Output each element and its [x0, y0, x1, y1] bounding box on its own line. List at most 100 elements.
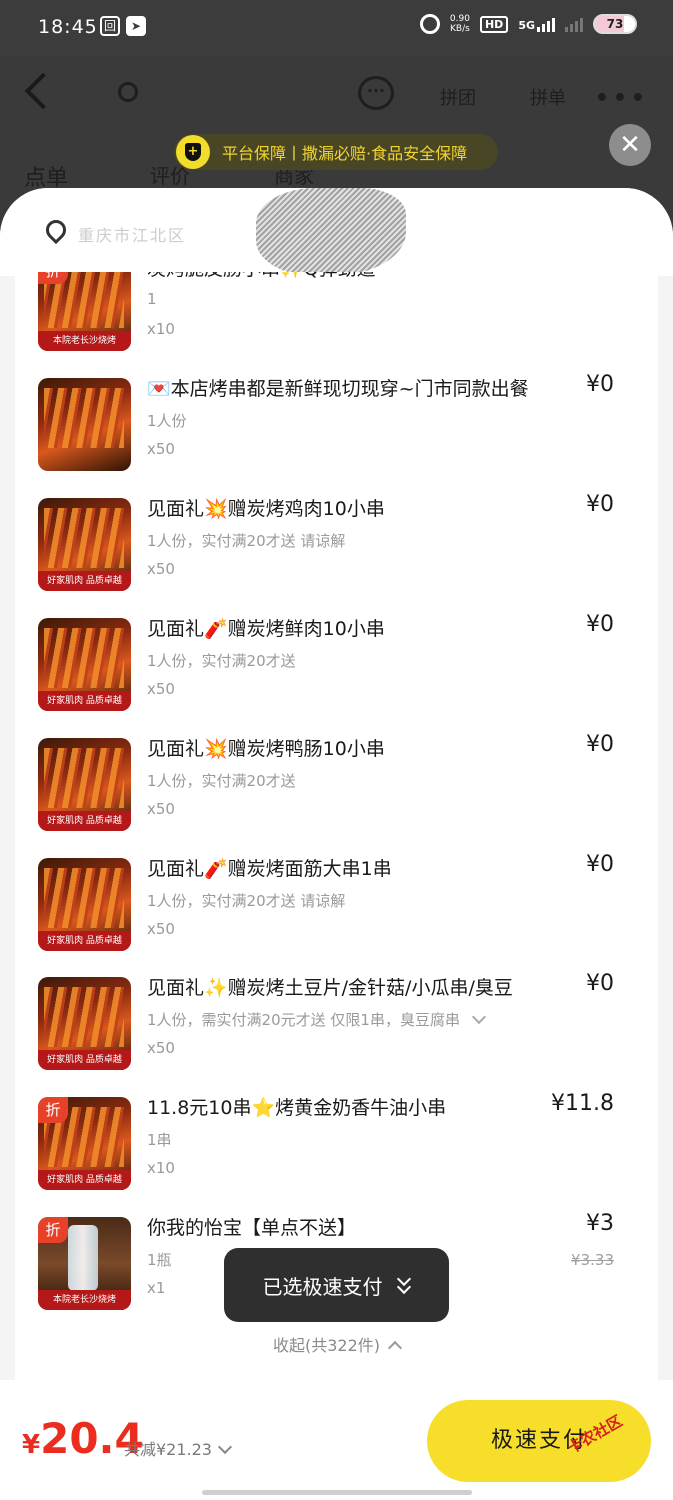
network-speed: 0.90 KB/s [449, 14, 470, 34]
item-quantity: x50 [147, 440, 175, 458]
savings-summary[interactable]: 共减¥21.23 [124, 1436, 233, 1460]
back-arrow-icon[interactable] [24, 72, 62, 110]
list-item[interactable]: 好家肌肉 品质卓越 见面礼🧨赠炭烤鲜肉10小串 1人份，实付满20才送 x50 ¥0 [15, 612, 658, 731]
chevron-up-icon [387, 1340, 403, 1356]
more-icon[interactable]: ••• [595, 86, 649, 111]
telegram-icon: ➤ [126, 16, 146, 36]
item-title: 💌本店烤串都是新鲜现切现穿~门市同款出餐 [147, 378, 529, 400]
item-thumbnail: 折好家肌肉 品质卓越 [38, 1097, 131, 1190]
item-spec: 1人份 [147, 412, 187, 430]
thumbnail-banner: 好家肌肉 品质卓越 [38, 1050, 131, 1070]
food-image [68, 1225, 98, 1291]
thumbnail-banner: 好家肌肉 品质卓越 [38, 931, 131, 951]
item-thumbnail: 好家肌肉 品质卓越 [38, 618, 131, 711]
item-spec: 1人份，实付满20才送 [147, 652, 296, 670]
item-thumbnail: 折本院老长沙烧烤 [38, 1217, 131, 1310]
item-spec: 1人份，实付满20才送 [147, 772, 296, 790]
shield-icon: + [176, 135, 210, 169]
address-row[interactable]: 重庆市江北区 [0, 188, 673, 276]
item-thumbnail: 好家肌肉 品质卓越 [38, 858, 131, 951]
double-chevron-down-icon [396, 1271, 411, 1295]
item-spec: 1人份，需实付满20元才送 仅限1串，臭豆腐串 [147, 1009, 547, 1030]
item-thumbnail: 好家肌肉 品质卓越 [38, 738, 131, 831]
collapse-toggle[interactable]: 收起(共322件) [15, 1332, 658, 1356]
item-quantity: x50 [147, 560, 175, 578]
item-quantity: x10 [147, 1159, 175, 1177]
address-redaction [256, 188, 406, 276]
list-item[interactable]: 好家肌肉 品质卓越 见面礼💥赠炭烤鸭肠10小串 1人份，实付满20才送 x50 ¥0 [15, 732, 658, 851]
hd-icon: HD [479, 15, 509, 33]
list-item[interactable]: 好家肌肉 品质卓越 见面礼🧨赠炭烤面筋大串1串 1人份，实付满20才送 请谅解 x50… [15, 852, 658, 971]
item-price: ¥3 [586, 1211, 614, 1236]
guarantee-text: 平台保障丨撒漏必赔·食品安全保障 [222, 144, 468, 163]
item-price: ¥17.6 [551, 272, 614, 277]
item-title: 见面礼✨赠炭烤土豆片/金针菇/小瓜串/臭豆 [147, 977, 513, 999]
thumbnail-banner: 好家肌肉 品质卓越 [38, 811, 131, 831]
app-notification-icon: 回 [100, 16, 120, 36]
item-title: 见面礼💥赠炭烤鸡肉10小串 [147, 498, 385, 520]
order-item-list: 折本院老长沙烧烤炭烤脆皮肠小串✨Q弹劲道1x10¥17.6💌本店烤串都是新鲜现切… [15, 272, 658, 1382]
close-button[interactable]: ✕ [609, 124, 651, 166]
signal-2-icon [565, 16, 583, 32]
thumbnail-banner: 好家肌肉 品质卓越 [38, 571, 131, 591]
item-thumbnail: 折本院老长沙烧烤 [38, 272, 131, 351]
list-item[interactable]: 折本院老长沙烧烤 炭烤脆皮肠小串✨Q弹劲道 1 x10 ¥17.6 [15, 272, 658, 371]
thumbnail-banner: 好家肌肉 品质卓越 [38, 691, 131, 711]
status-bar: 18:45 回 ➤ 0.90 KB/s HD 5G 73 [0, 0, 673, 56]
nav-label-1[interactable]: 拼团 [440, 84, 476, 110]
item-price: ¥0 [586, 372, 614, 397]
item-thumbnail [38, 378, 131, 471]
food-image [44, 868, 124, 928]
thumbnail-banner: 本院老长沙烧烤 [38, 331, 131, 351]
item-price: ¥11.8 [551, 1091, 614, 1116]
discount-badge: 折 [38, 1097, 68, 1123]
item-quantity: x50 [147, 680, 175, 698]
chevron-down-icon [217, 1439, 233, 1455]
item-title: 见面礼🧨赠炭烤面筋大串1串 [147, 858, 392, 880]
alarm-icon [419, 14, 440, 34]
discount-badge: 折 [38, 272, 68, 284]
item-quantity: x1 [147, 1279, 166, 1297]
item-quantity: x50 [147, 920, 175, 938]
item-thumbnail: 好家肌肉 品质卓越 [38, 498, 131, 591]
item-quantity: x50 [147, 800, 175, 818]
list-item[interactable]: 💌本店烤串都是新鲜现切现穿~门市同款出餐 1人份 x50 ¥0 [15, 372, 658, 491]
list-item[interactable]: 折好家肌肉 品质卓越 11.8元10串⭐烤黄金奶香牛油小串 1串 x10 ¥11.8 [15, 1091, 658, 1210]
location-pin-icon [41, 215, 71, 245]
address-text: 重庆市江北区 [78, 226, 187, 245]
home-indicator[interactable] [202, 1490, 472, 1495]
search-icon[interactable] [118, 82, 138, 102]
food-image [44, 628, 124, 688]
item-original-price: ¥3.33 [571, 1251, 614, 1269]
item-thumbnail: 好家肌肉 品质卓越 [38, 977, 131, 1070]
discount-badge: 折 [38, 1217, 68, 1243]
item-quantity: x10 [147, 320, 175, 338]
item-price: ¥0 [586, 971, 614, 996]
signal-5g-icon: 5G [518, 16, 555, 32]
item-price: ¥0 [586, 612, 614, 637]
list-item[interactable]: 好家肌肉 品质卓越 见面礼✨赠炭烤土豆片/金针菇/小瓜串/臭豆 1人份，需实付满20… [15, 971, 658, 1090]
nav-label-2[interactable]: 拼单 [530, 84, 566, 110]
battery-icon: 73 [593, 14, 637, 34]
item-quantity: x50 [147, 1039, 175, 1057]
toast-text: 已选极速支付 [262, 1274, 383, 1299]
item-spec: 1人份，实付满20才送 请谅解 [147, 892, 346, 910]
payment-toast[interactable]: 已选极速支付 [224, 1248, 449, 1322]
chevron-down-icon[interactable] [471, 1009, 487, 1025]
item-spec: 1人份，实付满20才送 请谅解 [147, 532, 346, 550]
food-image [44, 748, 124, 808]
item-title: 炭烤脆皮肠小串✨Q弹劲道 [147, 272, 577, 281]
food-image [44, 508, 124, 568]
list-item[interactable]: 好家肌肉 品质卓越 见面礼💥赠炭烤鸡肉10小串 1人份，实付满20才送 请谅解 x50… [15, 492, 658, 611]
item-title: 见面礼🧨赠炭烤鲜肉10小串 [147, 618, 385, 640]
item-spec: 1 [147, 290, 157, 308]
platform-guarantee-banner: + 平台保障丨撒漏必赔·食品安全保障 [174, 134, 498, 170]
chat-icon[interactable]: ··· [358, 76, 394, 110]
food-image [44, 388, 124, 448]
item-title: 你我的怡宝【单点不送】 [147, 1217, 357, 1239]
thumbnail-banner: 本院老长沙烧烤 [38, 1290, 131, 1310]
item-price: ¥0 [586, 492, 614, 517]
item-spec: 1串 [147, 1131, 172, 1149]
item-price: ¥0 [586, 852, 614, 877]
food-image [44, 987, 124, 1047]
